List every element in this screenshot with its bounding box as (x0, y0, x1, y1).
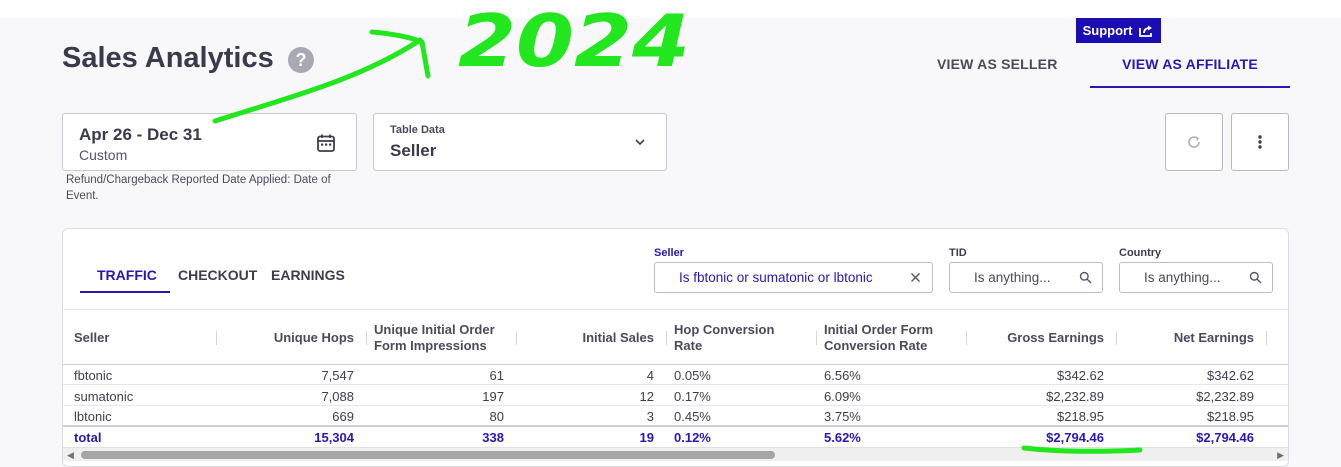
total-impressions: 338 (482, 430, 504, 445)
chevron-down-icon (635, 139, 645, 146)
table-data-value: Seller (390, 141, 437, 160)
total-gross-earnings: $2,794.46 (1046, 430, 1104, 445)
column-header-initial-order-form-conversion-rate[interactable]: Initial Order Form Conversion Rate (824, 322, 954, 354)
country-filter-label: Country (1119, 247, 1162, 259)
close-icon[interactable] (909, 271, 922, 284)
table-row[interactable]: lbtonic 669 80 3 0.45% 3.75% $218.95 $21… (63, 406, 1288, 426)
tid-filter-label: TID (949, 247, 967, 259)
support-button[interactable]: Support (1076, 18, 1161, 43)
table-data-label: Table Data (390, 124, 445, 136)
tid-filter-value: Is anything... (974, 270, 1051, 285)
total-hop-conversion: 0.12% (674, 430, 711, 445)
cell-gross-earnings: $2,232.89 (1046, 389, 1104, 404)
search-icon (1249, 271, 1262, 284)
refresh-icon (1188, 136, 1200, 148)
report-panel: TRAFFIC CHECKOUT EARNINGS Seller Is fbto… (62, 228, 1289, 467)
column-header-gross-earnings[interactable]: Gross Earnings (973, 330, 1104, 346)
scroll-left-icon[interactable]: ◀ (67, 450, 74, 461)
cell-form-conversion: 3.75% (824, 409, 861, 424)
total-form-conversion: 5.62% (824, 430, 861, 445)
table-total-row: total 15,304 338 19 0.12% 5.62% $2,794.4… (63, 425, 1288, 445)
date-range-picker[interactable]: Apr 26 - Dec 31 Custom (62, 113, 357, 171)
column-header-seller[interactable]: Seller (74, 330, 109, 346)
column-separator[interactable] (216, 331, 217, 345)
cell-seller: lbtonic (74, 409, 112, 424)
cell-net-earnings: $342.62 (1207, 368, 1254, 383)
cell-form-conversion: 6.09% (824, 389, 861, 404)
top-bar (0, 0, 1341, 18)
cell-seller: fbtonic (74, 368, 113, 383)
cell-hop-conversion: 0.05% (674, 368, 711, 383)
cell-gross-earnings: $218.95 (1057, 409, 1104, 424)
column-header-unique-initial-order-form-impressions[interactable]: Unique Initial Order Form Impressions (374, 322, 514, 354)
date-range-value: Apr 26 - Dec 31 (79, 125, 202, 144)
tab-view-as-seller[interactable]: VIEW AS SELLER (937, 56, 1058, 72)
country-filter-input[interactable]: Is anything... (1119, 262, 1273, 293)
calendar-icon (317, 134, 335, 152)
scroll-right-icon[interactable]: ▶ (1277, 450, 1284, 461)
cell-impressions: 80 (489, 409, 504, 424)
column-separator[interactable] (516, 331, 517, 345)
cell-net-earnings: $2,232.89 (1196, 389, 1254, 404)
total-net-earnings: $2,794.46 (1196, 430, 1254, 445)
column-separator[interactable] (816, 331, 817, 345)
tab-earnings[interactable]: EARNINGS (271, 267, 345, 283)
cell-impressions: 61 (489, 368, 504, 383)
tab-view-as-affiliate[interactable]: VIEW AS AFFILIATE (1090, 56, 1290, 72)
column-separator[interactable] (1116, 331, 1117, 345)
cell-initial-sales: 3 (646, 409, 654, 424)
country-filter-value: Is anything... (1144, 270, 1221, 285)
cell-form-conversion: 6.56% (824, 368, 861, 383)
horizontal-scrollbar[interactable]: ◀ ▶ (63, 447, 1288, 461)
column-header-hop-conversion-rate[interactable]: Hop Conversion Rate (674, 322, 794, 354)
total-unique-hops: 15,304 (314, 430, 354, 445)
cell-initial-sales: 12 (639, 389, 654, 404)
cell-hop-conversion: 0.45% (674, 409, 711, 424)
active-view-indicator (1090, 86, 1290, 88)
support-label: Support (1082, 23, 1133, 38)
table-data-select[interactable]: Table Data Seller (373, 113, 667, 171)
cell-gross-earnings: $342.62 (1057, 368, 1104, 383)
column-separator[interactable] (966, 331, 967, 345)
refresh-button[interactable] (1165, 113, 1223, 171)
cell-hop-conversion: 0.17% (674, 389, 711, 404)
annotation-arrowhead (369, 29, 431, 79)
page-title: Sales Analytics (62, 42, 274, 74)
cell-unique-hops: 669 (332, 409, 354, 424)
search-icon (1079, 271, 1092, 284)
cell-seller: sumatonic (74, 389, 134, 404)
column-separator[interactable] (366, 331, 367, 345)
seller-filter-value: Is fbtonic or sumatonic or lbtonic (679, 270, 873, 285)
tid-filter-input[interactable]: Is anything... (949, 262, 1103, 293)
help-icon[interactable]: ? (288, 47, 314, 73)
total-initial-sales: 19 (639, 430, 654, 445)
tab-checkout[interactable]: CHECKOUT (178, 267, 257, 283)
column-separator[interactable] (1266, 331, 1267, 345)
seller-filter-label: Seller (654, 247, 684, 259)
active-tab-indicator (80, 291, 170, 293)
seller-filter-input[interactable]: Is fbtonic or sumatonic or lbtonic (654, 262, 933, 293)
cell-impressions: 197 (482, 389, 504, 404)
table-row[interactable]: fbtonic 7,547 61 4 0.05% 6.56% $342.62 $… (63, 365, 1288, 385)
date-note: Refund/Chargeback Reported Date Applied:… (66, 174, 331, 202)
more-options-button[interactable] (1231, 113, 1289, 171)
tab-traffic[interactable]: TRAFFIC (97, 267, 157, 283)
cell-unique-hops: 7,088 (321, 389, 354, 404)
cell-initial-sales: 4 (646, 368, 654, 383)
column-header-unique-hops[interactable]: Unique Hops (223, 330, 354, 346)
external-link-icon (1139, 25, 1153, 37)
column-header-net-earnings[interactable]: Net Earnings (1123, 330, 1254, 346)
date-range-mode: Custom (79, 147, 128, 163)
table-row[interactable]: sumatonic 7,088 197 12 0.17% 6.09% $2,23… (63, 386, 1288, 406)
column-separator[interactable] (666, 331, 667, 345)
total-label: total (74, 430, 102, 445)
cell-net-earnings: $218.95 (1207, 409, 1254, 424)
table-header-row: Seller Unique Hops Unique Initial Order … (63, 309, 1288, 365)
cell-unique-hops: 7,547 (321, 368, 354, 383)
column-header-initial-sales[interactable]: Initial Sales (523, 330, 654, 346)
scrollbar-thumb[interactable] (81, 451, 775, 459)
more-vertical-icon (1258, 135, 1262, 149)
